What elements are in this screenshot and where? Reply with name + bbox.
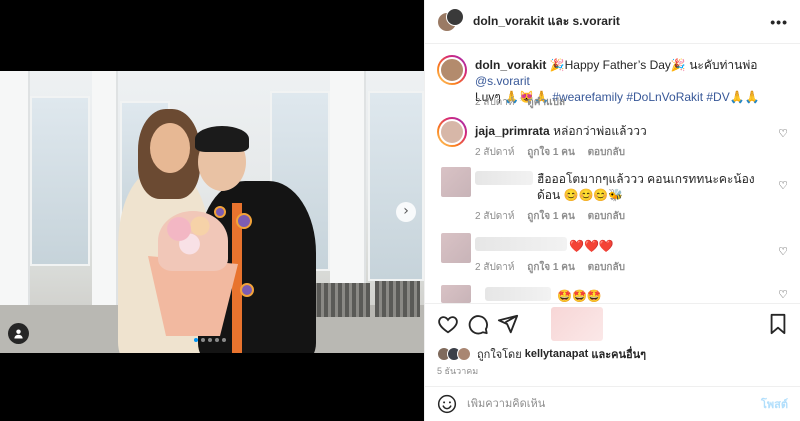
comment-username[interactable] — [475, 171, 533, 185]
next-arrow-icon[interactable]: › — [396, 202, 416, 222]
save-icon[interactable] — [768, 313, 788, 335]
comment-time[interactable]: 2 สัปดาห์ — [475, 211, 515, 222]
liked-by-prefix: ถูกใจโดย — [477, 349, 522, 361]
avatar — [457, 347, 471, 361]
photo-column — [330, 71, 366, 313]
avatar[interactable] — [441, 285, 471, 303]
photo-vent — [310, 283, 370, 317]
heart-icon[interactable]: ♡ — [778, 288, 788, 301]
heart-icon[interactable]: ♡ — [778, 127, 788, 140]
photo-column — [0, 71, 30, 313]
liked-by-others[interactable]: และคนอื่นๆ — [591, 345, 646, 363]
avatar[interactable] — [439, 57, 465, 83]
avatar[interactable] — [446, 7, 464, 26]
comment-body: ฮือออโตมากๆแล้ววว คอนเกรททนะคะน้องด้อน 😊… — [537, 172, 755, 202]
photo-window — [368, 91, 424, 281]
carousel-dot[interactable] — [208, 338, 212, 342]
post-photo[interactable] — [0, 71, 424, 353]
bouquet-flowers — [158, 211, 228, 271]
more-icon[interactable]: ••• — [770, 14, 788, 30]
garland-medal — [240, 283, 254, 297]
comment-input[interactable] — [467, 398, 761, 410]
comment-username[interactable] — [485, 287, 551, 301]
comment: 🤩🤩🤩 ♡ — [437, 285, 788, 303]
photo-window — [30, 96, 90, 266]
caption-mention[interactable]: @s.vorarit — [475, 74, 530, 88]
garland-medal — [214, 206, 226, 218]
caption-meta: 2 สัปดาห์ ดูคำแปล — [475, 95, 565, 110]
reply-button[interactable]: ตอบกลับ — [588, 262, 625, 273]
collab-avatars[interactable] — [437, 7, 465, 36]
obscured-overlay — [551, 307, 603, 341]
comment-username[interactable]: jaja_primrata — [475, 124, 550, 138]
photo-column — [92, 71, 118, 313]
post-date[interactable]: 5 ธันวาคม — [437, 364, 478, 378]
share-icon[interactable] — [497, 313, 519, 335]
carousel-dot[interactable] — [194, 338, 198, 342]
tag-people-icon[interactable] — [8, 323, 29, 344]
caption-username[interactable]: doln_vorakit — [475, 58, 546, 72]
carousel-dot[interactable] — [215, 338, 219, 342]
person-left-face — [150, 123, 190, 173]
post-media: › — [0, 0, 424, 421]
heart-icon[interactable] — [437, 313, 459, 335]
comment-body: 🤩🤩🤩 — [557, 289, 602, 303]
translate-link[interactable]: ดูคำแปล — [527, 97, 565, 108]
reply-button[interactable]: ตอบกลับ — [588, 147, 625, 158]
comment-icon[interactable] — [467, 313, 489, 335]
comment-meta: 2 สัปดาห์ ถูกใจ 1 คน ตอบกลับ — [475, 260, 625, 275]
story-ring[interactable] — [437, 117, 467, 147]
post-header: doln_vorakit และ s.vorarit ••• — [425, 0, 800, 44]
emoji-icon[interactable] — [437, 394, 457, 414]
post-panel: doln_vorakit และ s.vorarit ••• doln_vora… — [424, 0, 800, 421]
comment-username[interactable] — [475, 237, 567, 251]
avatar[interactable] — [441, 233, 471, 263]
comment-meta: 2 สัปดาห์ ถูกใจ 1 คน ตอบกลับ — [475, 145, 625, 160]
comment-likes[interactable]: ถูกใจ 1 คน — [527, 262, 575, 273]
comment-meta: 2 สัปดาห์ ถูกใจ 1 คน ตอบกลับ — [475, 209, 625, 224]
heart-icon[interactable]: ♡ — [778, 245, 788, 258]
comment-time[interactable]: 2 สัปดาห์ — [475, 147, 515, 158]
story-ring[interactable] — [437, 55, 467, 85]
comment-likes[interactable]: ถูกใจ 1 คน — [527, 211, 575, 222]
comment-likes[interactable]: ถูกใจ 1 คน — [527, 147, 575, 158]
comment-body: หล่อกว่าพ่อแล้ววว — [553, 124, 647, 138]
carousel-dots — [194, 338, 226, 342]
divider — [425, 303, 800, 304]
post-button[interactable]: โพสต์ — [761, 395, 788, 413]
comment-body: ❤️❤️❤️ — [569, 239, 614, 253]
comment-time[interactable]: 2 สัปดาห์ — [475, 262, 515, 273]
heart-icon[interactable]: ♡ — [778, 179, 788, 192]
photo-vent — [375, 281, 420, 317]
avatar[interactable] — [439, 119, 465, 145]
garland-medal — [236, 213, 252, 229]
liked-by: ถูกใจโดย kellytanapat และคนอื่นๆ — [437, 345, 646, 363]
caption-body: 🎉Happy Father’s Day🎉 นะคับท่านพ่อ — [549, 58, 758, 72]
caption-hashtags[interactable]: #wearefamily #DoLnVoRakit #DV🙏🙏 — [552, 90, 759, 104]
avatar[interactable] — [441, 167, 471, 197]
carousel-dot[interactable] — [222, 338, 226, 342]
comment-text: jaja_primrata หล่อกว่าพ่อแล้ววว — [475, 123, 770, 139]
reply-button[interactable]: ตอบกลับ — [588, 211, 625, 222]
liked-by-user[interactable]: kellytanapat — [525, 348, 589, 360]
carousel-dot[interactable] — [201, 338, 205, 342]
caption-time[interactable]: 2 สัปดาห์ — [475, 97, 515, 108]
add-comment-bar: โพสต์ — [425, 386, 800, 421]
person-right-hair — [195, 126, 249, 152]
action-bar — [437, 307, 788, 341]
post-author-title[interactable]: doln_vorakit และ s.vorarit — [473, 12, 620, 31]
